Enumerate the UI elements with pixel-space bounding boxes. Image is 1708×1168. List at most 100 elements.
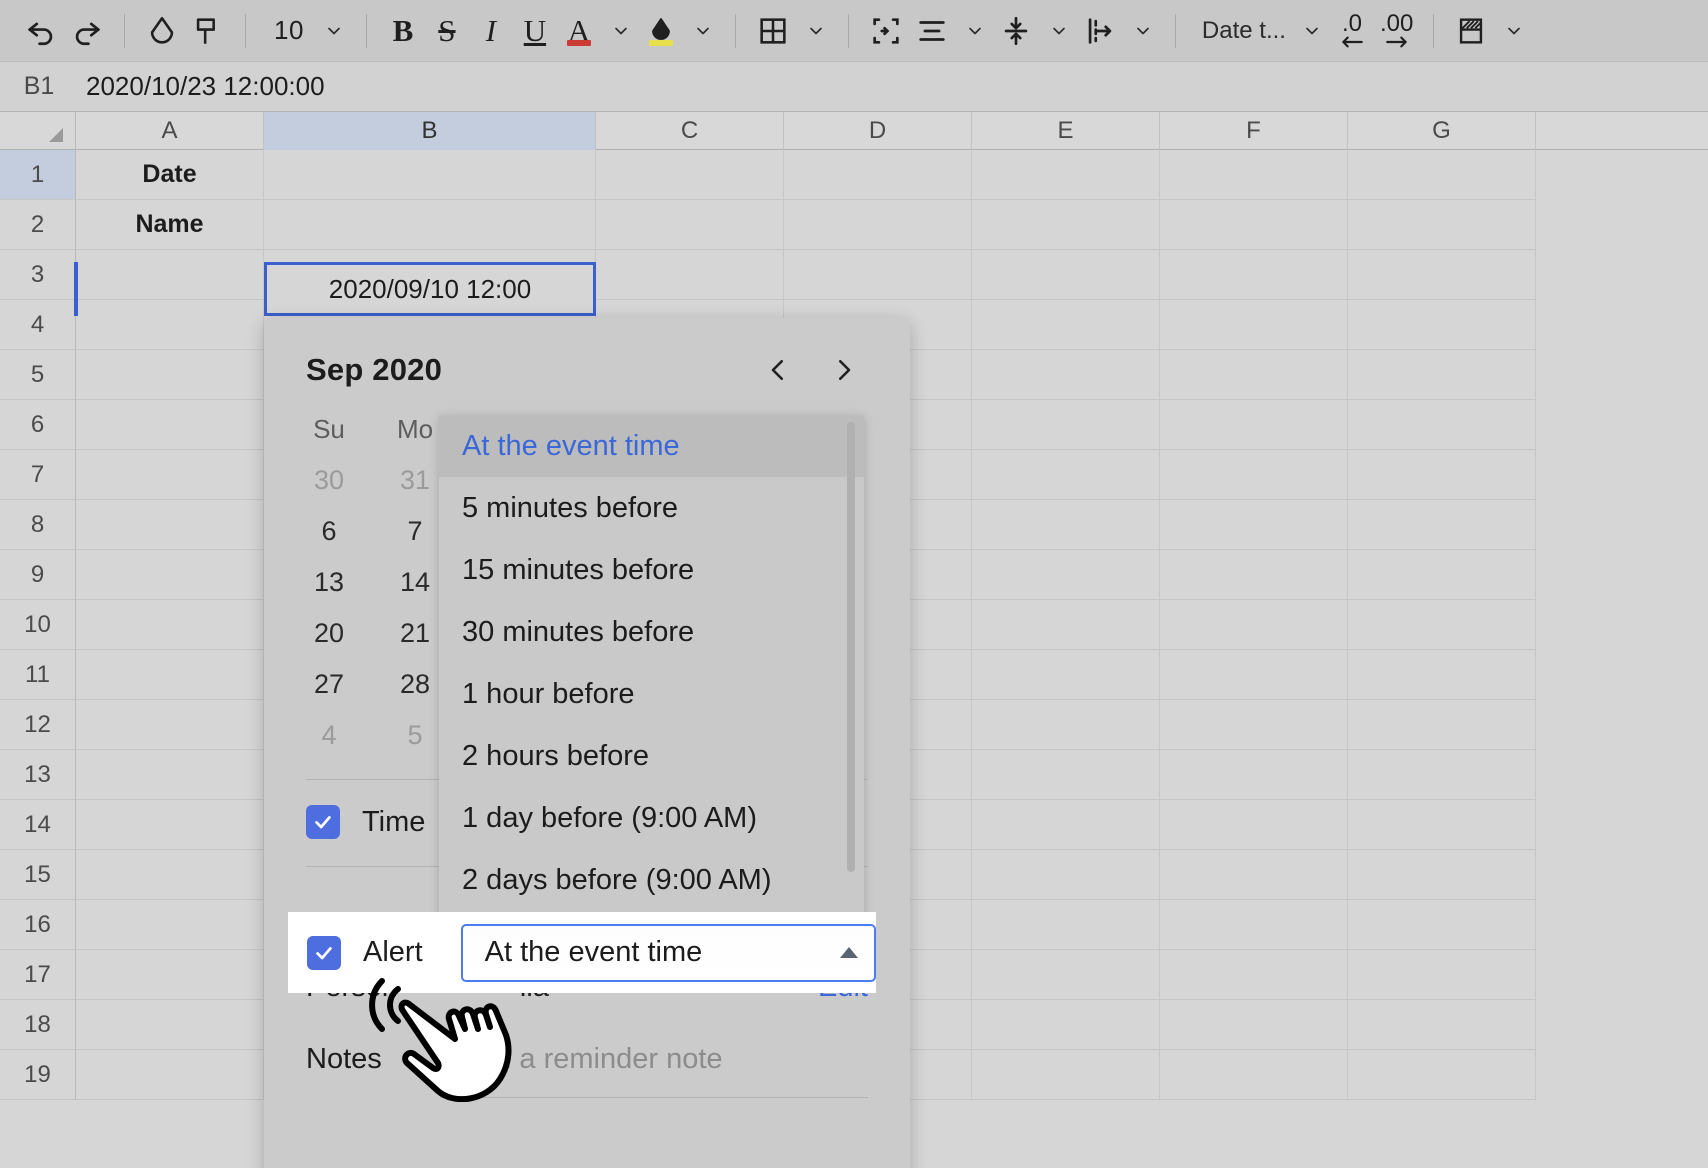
cell-c2[interactable]: [596, 200, 784, 250]
cell-a5[interactable]: [76, 350, 264, 400]
cell-e11[interactable]: [972, 650, 1160, 700]
row-header-12[interactable]: 12: [0, 700, 76, 750]
cell-g14[interactable]: [1348, 800, 1536, 850]
cell-e5[interactable]: [972, 350, 1160, 400]
cell-a2[interactable]: Name: [76, 200, 264, 250]
font-size-field[interactable]: 10: [260, 7, 314, 55]
cell-e14[interactable]: [972, 800, 1160, 850]
cell-a6[interactable]: [76, 400, 264, 450]
cell-f16[interactable]: [1160, 900, 1348, 950]
alert-options-dropdown[interactable]: At the event time5 minutes before15 minu…: [439, 415, 864, 919]
cell-e4[interactable]: [972, 300, 1160, 350]
cell-g7[interactable]: [1348, 450, 1536, 500]
column-header-d[interactable]: D: [784, 112, 972, 150]
cell-reference-box[interactable]: B1: [0, 72, 78, 101]
cell-g10[interactable]: [1348, 600, 1536, 650]
cell-g11[interactable]: [1348, 650, 1536, 700]
cell-g18[interactable]: [1348, 1000, 1536, 1050]
cell-f10[interactable]: [1160, 600, 1348, 650]
strikethrough-button[interactable]: S: [425, 7, 469, 55]
row-header-10[interactable]: 10: [0, 600, 76, 650]
merge-cells-button[interactable]: [863, 7, 909, 55]
cell-f4[interactable]: [1160, 300, 1348, 350]
alert-select-field[interactable]: At the event time: [461, 924, 876, 982]
cell-f3[interactable]: [1160, 250, 1348, 300]
cell-c3[interactable]: [596, 250, 784, 300]
column-header-e[interactable]: E: [972, 112, 1160, 150]
dropdown-option[interactable]: 2 days before (9:00 AM): [439, 849, 864, 911]
cell-f9[interactable]: [1160, 550, 1348, 600]
cell-a12[interactable]: [76, 700, 264, 750]
column-header-c[interactable]: C: [596, 112, 784, 150]
cell-g3[interactable]: [1348, 250, 1536, 300]
underline-button[interactable]: U: [513, 7, 557, 55]
number-format-field[interactable]: Date t...: [1190, 7, 1292, 55]
borders-button[interactable]: [750, 7, 796, 55]
row-header-17[interactable]: 17: [0, 950, 76, 1000]
cell-f15[interactable]: [1160, 850, 1348, 900]
cell-g2[interactable]: [1348, 200, 1536, 250]
cell-g9[interactable]: [1348, 550, 1536, 600]
row-header-9[interactable]: 9: [0, 550, 76, 600]
text-color-button[interactable]: A: [557, 7, 601, 55]
select-all-corner[interactable]: [0, 112, 76, 150]
dropdown-option[interactable]: 2 hours before: [439, 725, 864, 787]
row-header-18[interactable]: 18: [0, 1000, 76, 1050]
cell-b3[interactable]: [264, 250, 596, 300]
cell-g17[interactable]: [1348, 950, 1536, 1000]
freeze-chevron-down-icon[interactable]: [1496, 7, 1532, 55]
cell-a10[interactable]: [76, 600, 264, 650]
cell-g6[interactable]: [1348, 400, 1536, 450]
fill-color-button[interactable]: [639, 7, 683, 55]
row-header-8[interactable]: 8: [0, 500, 76, 550]
vertical-align-button[interactable]: [993, 7, 1039, 55]
calendar-day-cell[interactable]: 20: [286, 618, 372, 649]
cell-g1[interactable]: [1348, 150, 1536, 200]
cell-e18[interactable]: [972, 1000, 1160, 1050]
horizontal-align-chevron-down-icon[interactable]: [957, 7, 993, 55]
cell-b1[interactable]: [264, 150, 596, 200]
cell-f1[interactable]: [1160, 150, 1348, 200]
calendar-day-cell[interactable]: 13: [286, 567, 372, 598]
alert-checkbox[interactable]: [307, 936, 341, 970]
cell-f5[interactable]: [1160, 350, 1348, 400]
cell-g13[interactable]: [1348, 750, 1536, 800]
cell-a18[interactable]: [76, 1000, 264, 1050]
paint-format-button[interactable]: [185, 7, 231, 55]
cell-e19[interactable]: [972, 1050, 1160, 1100]
calendar-day-cell[interactable]: 30: [286, 465, 372, 496]
row-header-7[interactable]: 7: [0, 450, 76, 500]
increase-decimal-button[interactable]: .00: [1374, 7, 1419, 55]
cell-a17[interactable]: [76, 950, 264, 1000]
time-checkbox[interactable]: [306, 805, 340, 839]
fill-color-chevron-down-icon[interactable]: [685, 7, 721, 55]
column-header-f[interactable]: F: [1160, 112, 1348, 150]
cell-f13[interactable]: [1160, 750, 1348, 800]
cell-f12[interactable]: [1160, 700, 1348, 750]
cell-f19[interactable]: [1160, 1050, 1348, 1100]
row-header-13[interactable]: 13: [0, 750, 76, 800]
cell-e8[interactable]: [972, 500, 1160, 550]
cell-e15[interactable]: [972, 850, 1160, 900]
row-header-16[interactable]: 16: [0, 900, 76, 950]
column-header-a[interactable]: A: [76, 112, 264, 150]
cell-f7[interactable]: [1160, 450, 1348, 500]
horizontal-align-button[interactable]: [909, 7, 955, 55]
calendar-day-cell[interactable]: 4: [286, 720, 372, 751]
row-header-2[interactable]: 2: [0, 200, 76, 250]
cell-a8[interactable]: [76, 500, 264, 550]
cell-a13[interactable]: [76, 750, 264, 800]
cell-e16[interactable]: [972, 900, 1160, 950]
text-wrap-chevron-down-icon[interactable]: [1125, 7, 1161, 55]
cell-g16[interactable]: [1348, 900, 1536, 950]
row-header-5[interactable]: 5: [0, 350, 76, 400]
cell-a3[interactable]: [76, 250, 264, 300]
cell-f17[interactable]: [1160, 950, 1348, 1000]
redo-button[interactable]: [64, 7, 110, 55]
column-header-b[interactable]: B: [264, 112, 596, 150]
cell-e7[interactable]: [972, 450, 1160, 500]
chevron-right-icon[interactable]: [822, 348, 866, 392]
cell-f14[interactable]: [1160, 800, 1348, 850]
italic-button[interactable]: I: [469, 7, 513, 55]
cell-d1[interactable]: [784, 150, 972, 200]
